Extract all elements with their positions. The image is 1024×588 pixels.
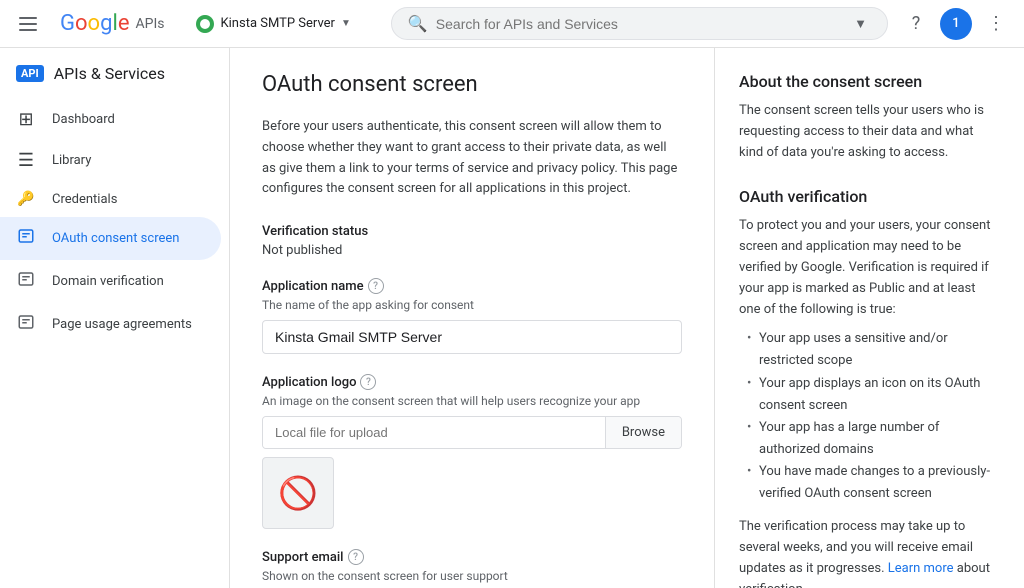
oauth-bullets-list: Your app uses a sensitive and/or restric…: [739, 328, 1000, 505]
google-apis-logo: Google APIs: [60, 11, 164, 36]
sidebar-item-label-domain: Domain verification: [52, 274, 164, 289]
main-content: OAuth consent screen Before your users a…: [230, 48, 714, 588]
file-upload-input[interactable]: [263, 417, 605, 448]
dashboard-icon: ⊞: [16, 109, 36, 130]
oauth-verification-title: OAuth verification: [739, 187, 1000, 206]
menu-button[interactable]: [8, 4, 48, 44]
logo-o1: o: [75, 11, 88, 36]
oauth-bullet-4: You have made changes to a previously-ve…: [747, 461, 1000, 505]
credentials-icon: 🔑: [16, 191, 36, 207]
sidebar-item-page-usage[interactable]: Page usage agreements: [0, 303, 221, 346]
layout: API APIs & Services ⊞ Dashboard ☰ Librar…: [0, 48, 1024, 588]
oauth-bullet-2: Your app displays an icon on its OAuth c…: [747, 373, 1000, 417]
sidebar-item-domain[interactable]: Domain verification: [0, 260, 221, 303]
topbar-right: ? 1 ⋮: [896, 4, 1016, 44]
logo-placeholder: 🚫: [262, 457, 334, 529]
sidebar-nav: ⊞ Dashboard ☰ Library 🔑 Credentials OAut…: [0, 91, 229, 354]
right-panel: About the consent screen The consent scr…: [714, 48, 1024, 588]
search-bar: 🔍 ▼: [391, 7, 888, 40]
app-name-sublabel: The name of the app asking for consent: [262, 298, 682, 312]
page-title: OAuth consent screen: [262, 72, 682, 97]
sidebar-title: APIs & Services: [54, 64, 165, 83]
sidebar-item-credentials[interactable]: 🔑 Credentials: [0, 181, 221, 217]
sidebar-item-label-library: Library: [52, 153, 91, 168]
verification-status-label: Verification status: [262, 224, 682, 239]
search-input[interactable]: [436, 16, 842, 32]
library-icon: ☰: [16, 150, 36, 171]
support-email-sublabel: Shown on the consent screen for user sup…: [262, 569, 682, 583]
hamburger-icon: [19, 17, 37, 31]
file-upload-row: Browse: [262, 416, 682, 449]
oauth-intro-text: To protect you and your users, your cons…: [739, 216, 1000, 320]
logo-e: e: [118, 11, 130, 36]
support-email-section: Support email ? Shown on the consent scr…: [262, 549, 682, 588]
domain-icon: [16, 270, 36, 293]
app-name-input[interactable]: [262, 320, 682, 354]
app-name-section: Application name ? The name of the app a…: [262, 278, 682, 354]
app-logo-label: Application logo ?: [262, 374, 682, 390]
verification-status-section: Verification status Not published: [262, 224, 682, 258]
sidebar-header: API APIs & Services: [0, 48, 229, 91]
sidebar-item-label-credentials: Credentials: [52, 192, 117, 207]
main: OAuth consent screen Before your users a…: [230, 48, 1024, 588]
project-dot-icon: [196, 15, 214, 33]
sidebar: API APIs & Services ⊞ Dashboard ☰ Librar…: [0, 48, 230, 588]
project-selector[interactable]: Kinsta SMTP Server ▼: [188, 11, 358, 37]
support-email-label: Support email ?: [262, 549, 682, 565]
sidebar-item-label-page-usage: Page usage agreements: [52, 317, 192, 332]
notification-badge[interactable]: 1: [940, 8, 972, 40]
app-logo-section: Application logo ? An image on the conse…: [262, 374, 682, 529]
more-options-button[interactable]: ⋮: [976, 4, 1016, 44]
project-dropdown-icon: ▼: [341, 18, 351, 29]
support-email-help-icon[interactable]: ?: [348, 549, 364, 565]
sidebar-item-library[interactable]: ☰ Library: [0, 140, 221, 181]
page-usage-icon: [16, 313, 36, 336]
consent-screen-section: About the consent screen The consent scr…: [739, 72, 1000, 163]
app-logo-help-icon[interactable]: ?: [360, 374, 376, 390]
sidebar-item-dashboard[interactable]: ⊞ Dashboard: [0, 99, 221, 140]
no-image-icon: 🚫: [278, 474, 318, 512]
consent-screen-title: About the consent screen: [739, 72, 1000, 91]
sidebar-item-label-dashboard: Dashboard: [52, 112, 115, 127]
logo-g: G: [60, 11, 75, 36]
search-dropdown-icon[interactable]: ▼: [850, 16, 871, 32]
oauth-bullet-3: Your app has a large number of authorize…: [747, 417, 1000, 461]
oauth-learn-more-1-link[interactable]: Learn more: [888, 561, 954, 576]
intro-text: Before your users authenticate, this con…: [262, 117, 682, 200]
verification-status-value: Not published: [262, 243, 682, 258]
project-name: Kinsta SMTP Server: [220, 16, 334, 31]
app-logo-sublabel: An image on the consent screen that will…: [262, 394, 682, 408]
app-name-help-icon[interactable]: ?: [368, 278, 384, 294]
api-badge: API: [16, 65, 44, 82]
oauth-process-text: The verification process may take up to …: [739, 517, 1000, 588]
sidebar-item-label-oauth: OAuth consent screen: [52, 231, 179, 246]
search-icon: 🔍: [408, 14, 428, 33]
topbar: Google APIs Kinsta SMTP Server ▼ 🔍 ▼ ? 1…: [0, 0, 1024, 48]
oauth-icon: [16, 227, 36, 250]
consent-screen-text: The consent screen tells your users who …: [739, 101, 1000, 163]
oauth-bullet-1: Your app uses a sensitive and/or restric…: [747, 328, 1000, 372]
app-name-label: Application name ?: [262, 278, 682, 294]
apis-text: APIs: [135, 16, 164, 32]
help-button[interactable]: ?: [896, 4, 936, 44]
logo-o2: o: [88, 11, 101, 36]
sidebar-item-oauth[interactable]: OAuth consent screen: [0, 217, 221, 260]
logo-g2: g: [100, 11, 112, 36]
oauth-verification-section: OAuth verification To protect you and yo…: [739, 187, 1000, 588]
browse-button[interactable]: Browse: [605, 417, 681, 448]
